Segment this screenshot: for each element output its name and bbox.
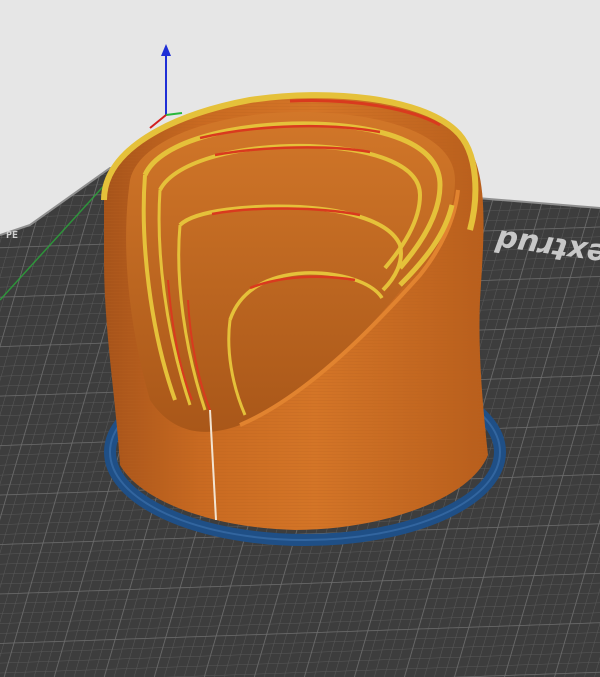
bed-badge-text: PE — [6, 230, 19, 241]
printed-object — [101, 92, 488, 530]
print-preview-scene[interactable] — [0, 0, 600, 677]
3d-preview-viewport[interactable]: PE extrud — [0, 0, 600, 677]
printer-badge-icon: PE — [0, 228, 36, 268]
